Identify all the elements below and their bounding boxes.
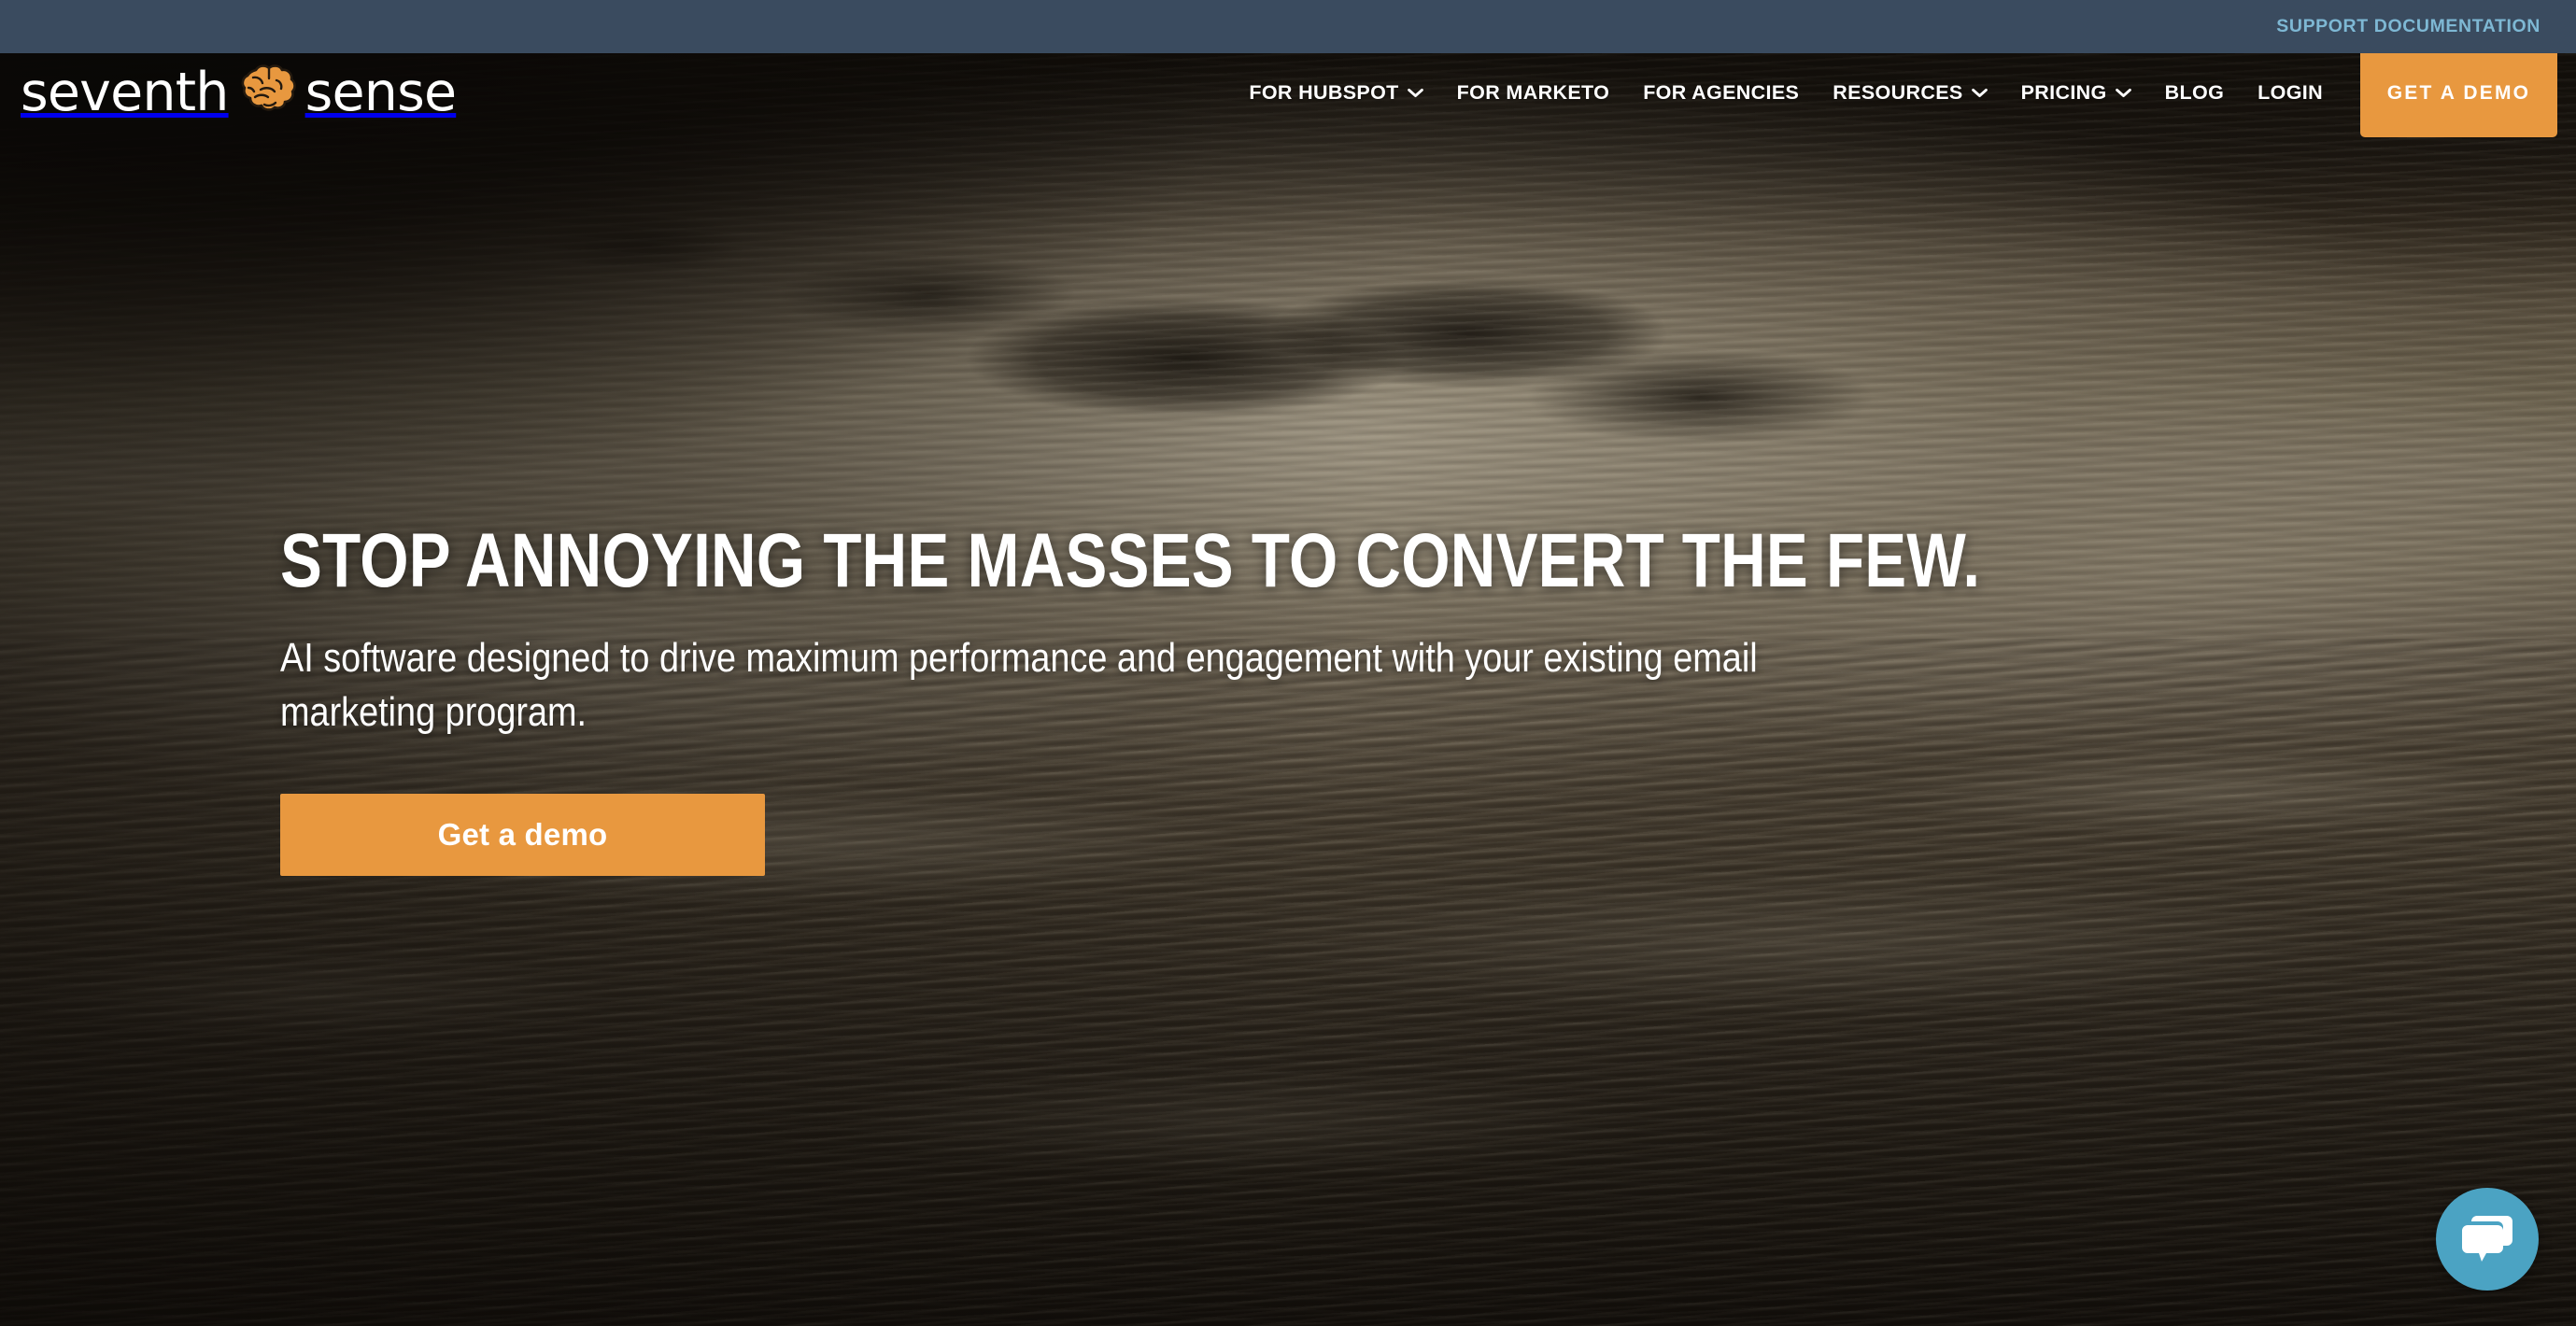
- hero-subheadline: AI software designed to drive maximum pe…: [280, 635, 1758, 736]
- nav-item-resources[interactable]: RESOURCES: [1816, 81, 2003, 105]
- nav-item-label: PRICING: [2020, 81, 2107, 104]
- nav-item-label: RESOURCES: [1833, 81, 1963, 104]
- site-logo[interactable]: seventh sense: [21, 53, 457, 133]
- hero-content: STOP ANNOYING THE MASSES TO CONVERT THE …: [280, 518, 2242, 877]
- nav-item-label: FOR AGENCIES: [1643, 81, 1800, 104]
- brain-icon: [241, 63, 296, 111]
- nav-item-blog[interactable]: BLOG: [2148, 81, 2242, 105]
- nav-links-group: FOR HUBSPOT FOR MARKETO FOR AGENCIES RES…: [1232, 49, 2576, 137]
- chat-bubble-icon: [2462, 1216, 2512, 1262]
- chat-widget-button[interactable]: [2436, 1188, 2539, 1291]
- logo-word-seventh: seventh: [21, 62, 229, 123]
- chevron-down-icon: [1971, 88, 1988, 98]
- get-a-demo-hero-button[interactable]: Get a demo: [280, 794, 765, 877]
- nav-item-label: BLOG: [2164, 81, 2225, 104]
- chevron-down-icon: [1407, 88, 1423, 98]
- utility-top-bar: SUPPORT DOCUMENTATION: [0, 0, 2576, 53]
- page-root: SUPPORT DOCUMENTATION seventh sense FOR …: [0, 0, 2576, 1326]
- nav-item-label: LOGIN: [2258, 81, 2323, 104]
- hero-headline: STOP ANNOYING THE MASSES TO CONVERT THE …: [280, 518, 1981, 603]
- nav-item-label: FOR HUBSPOT: [1249, 81, 1399, 104]
- nav-item-label: FOR MARKETO: [1456, 81, 1610, 104]
- nav-item-for-agencies[interactable]: FOR AGENCIES: [1626, 81, 1816, 105]
- nav-item-login[interactable]: LOGIN: [2241, 81, 2340, 105]
- main-navigation-bar: seventh sense FOR HUBSPOT FOR MARKETO FO…: [0, 49, 2576, 137]
- nav-item-pricing[interactable]: PRICING: [2004, 81, 2148, 105]
- get-a-demo-nav-button[interactable]: GET A DEMO: [2360, 49, 2557, 137]
- support-documentation-link[interactable]: SUPPORT DOCUMENTATION: [2276, 16, 2541, 37]
- nav-item-for-hubspot[interactable]: FOR HUBSPOT: [1232, 81, 1439, 105]
- chevron-down-icon: [2115, 88, 2131, 98]
- nav-item-for-marketo[interactable]: FOR MARKETO: [1440, 81, 1627, 105]
- logo-word-sense: sense: [304, 62, 457, 123]
